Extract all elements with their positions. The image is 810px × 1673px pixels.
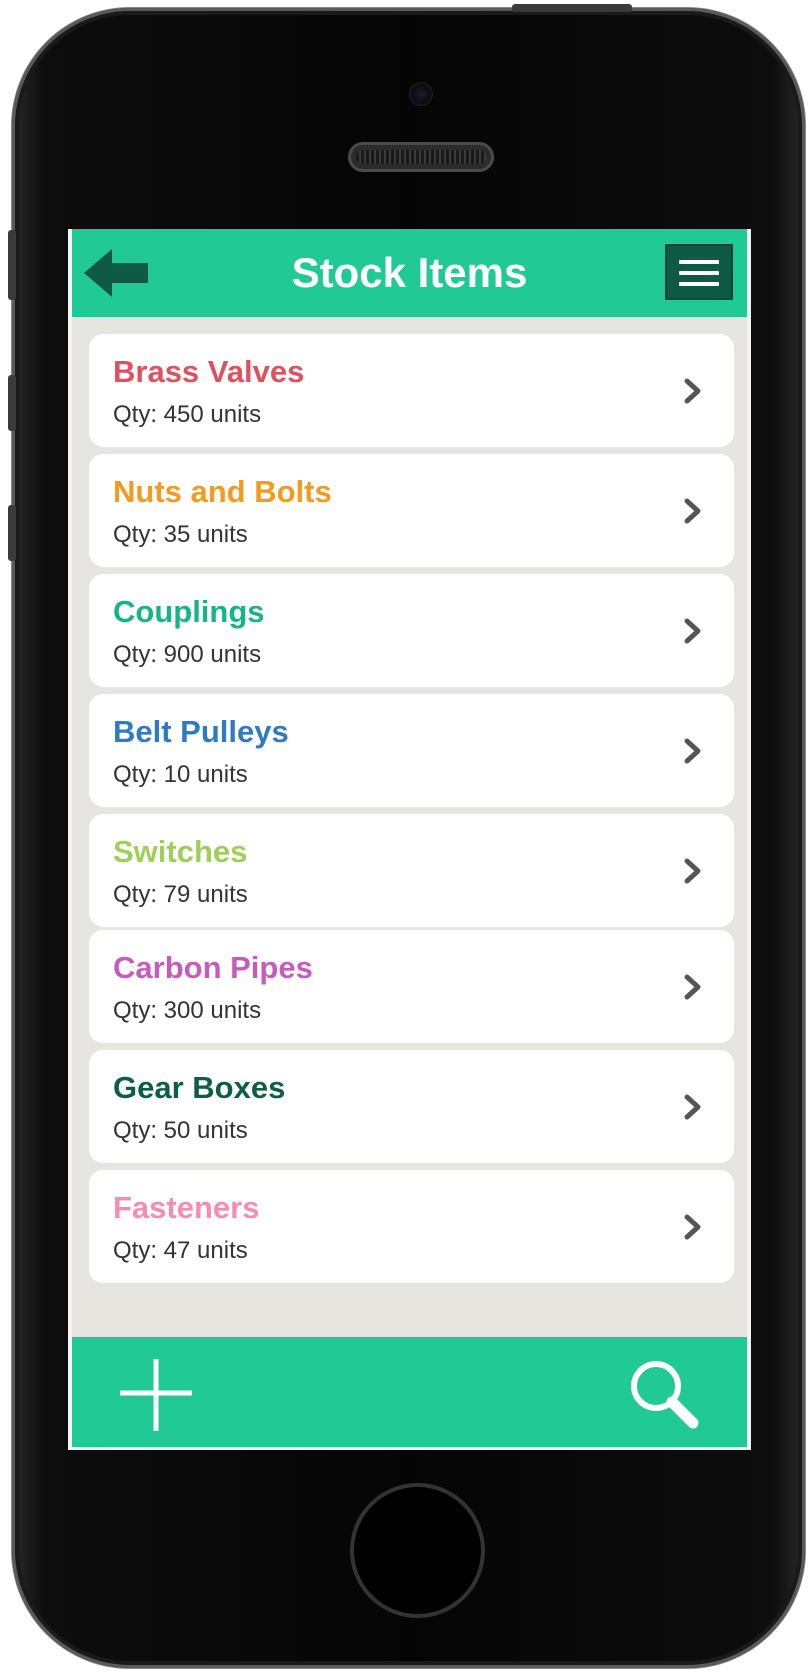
list-item[interactable]: Carbon Pipes Qty: 300 units [89, 930, 734, 1043]
item-quantity: Qty: 47 units [113, 1237, 248, 1264]
add-item-button[interactable] [116, 1355, 196, 1435]
item-quantity: Qty: 50 units [113, 1117, 248, 1144]
hamburger-menu-icon-line [679, 282, 719, 286]
chevron-right-icon [684, 1094, 701, 1120]
volume-up-button [8, 375, 16, 431]
list-item[interactable]: Fasteners Qty: 47 units [89, 1170, 734, 1283]
item-name: Brass Valves [113, 354, 305, 389]
earpiece-speaker [348, 142, 494, 172]
item-name: Switches [113, 834, 248, 869]
hamburger-menu-icon-line [679, 271, 719, 275]
page-title: Stock Items [291, 249, 528, 296]
front-camera [409, 82, 433, 106]
stock-item-list[interactable]: Brass Valves Qty: 450 units Nuts and Bol… [72, 317, 747, 1337]
chevron-right-icon [684, 858, 701, 884]
chevron-right-icon [684, 738, 701, 764]
item-quantity: Qty: 450 units [113, 401, 262, 428]
list-item[interactable]: Belt Pulleys Qty: 10 units [89, 694, 734, 807]
search-button[interactable] [627, 1357, 703, 1433]
search-icon [631, 1361, 699, 1429]
chevron-right-icon [684, 498, 701, 524]
hamburger-menu-icon [679, 260, 719, 264]
item-name: Nuts and Bolts [113, 474, 332, 509]
plus-icon [120, 1359, 192, 1431]
item-name: Belt Pulleys [113, 714, 289, 749]
list-item[interactable]: Gear Boxes Qty: 50 units [89, 1050, 734, 1163]
volume-down-button [8, 505, 16, 561]
silent-switch [8, 230, 16, 300]
item-name: Couplings [113, 594, 265, 629]
item-quantity: Qty: 900 units [113, 641, 262, 668]
footer-bar [72, 1337, 747, 1447]
menu-button[interactable] [665, 244, 733, 300]
item-name: Fasteners [113, 1190, 260, 1225]
item-name: Gear Boxes [113, 1070, 286, 1105]
chevron-right-icon [684, 618, 701, 644]
list-item[interactable]: Switches Qty: 79 units [89, 814, 734, 927]
chevron-right-icon [684, 1214, 701, 1240]
item-name: Carbon Pipes [113, 950, 313, 985]
header-bar: Stock Items [72, 229, 747, 317]
item-quantity: Qty: 79 units [113, 881, 248, 908]
item-quantity: Qty: 10 units [113, 761, 248, 788]
item-quantity: Qty: 300 units [113, 997, 262, 1024]
chevron-right-icon [684, 974, 701, 1000]
item-quantity: Qty: 35 units [113, 521, 248, 548]
list-item[interactable]: Couplings Qty: 900 units [89, 574, 734, 687]
power-button [512, 4, 632, 12]
app-screen: Stock Items Brass Valves Qty: 450 units … [68, 229, 751, 1450]
list-item[interactable]: Nuts and Bolts Qty: 35 units [89, 454, 734, 567]
list-item[interactable]: Brass Valves Qty: 450 units [89, 334, 734, 447]
home-button[interactable] [350, 1483, 485, 1618]
chevron-right-icon [684, 378, 701, 404]
